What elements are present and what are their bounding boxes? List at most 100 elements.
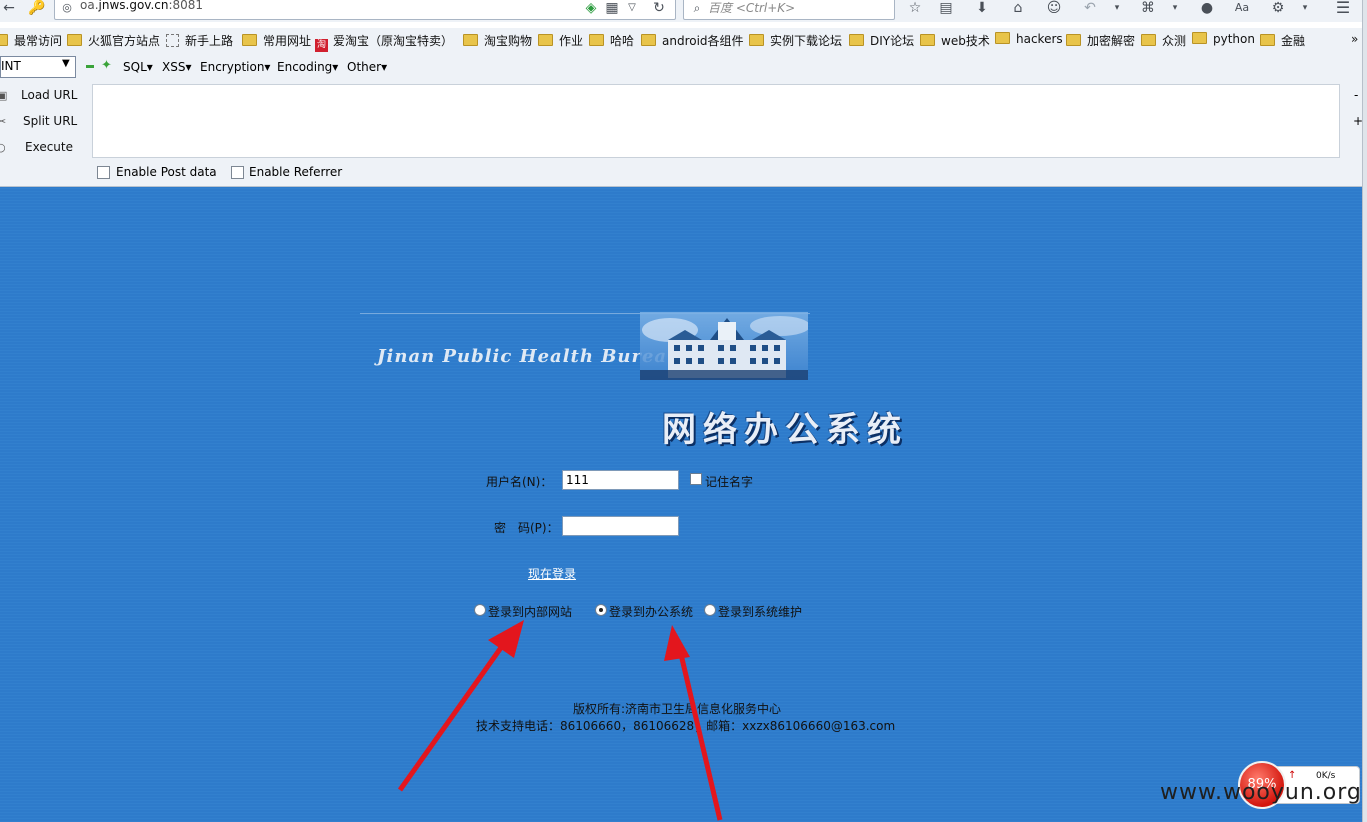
bookmarks-overflow-button[interactable]: »: [1351, 32, 1358, 46]
bookmark-item[interactable]: 金融: [1260, 32, 1305, 49]
bookmark-item[interactable]: 淘爱淘宝（原淘宝特卖）: [315, 32, 453, 52]
folder-icon: [1192, 32, 1207, 44]
bookmark-item[interactable]: 火狐官方站点: [67, 32, 160, 49]
bookmark-item[interactable]: 加密解密: [1066, 32, 1135, 49]
folder-icon: [920, 34, 935, 46]
addon-dropdown-icon[interactable]: ▾: [1296, 0, 1314, 16]
site-info-icon[interactable]: 🔑: [28, 0, 46, 16]
folder-icon: [995, 32, 1010, 44]
load-url-icon: ▣: [0, 89, 8, 102]
reload-icon[interactable]: ↻: [650, 0, 668, 16]
undo-dropdown-icon[interactable]: ▾: [1108, 0, 1126, 16]
folder-icon: [463, 34, 478, 46]
building-image: [640, 312, 808, 380]
bookmark-item[interactable]: 淘宝购物: [463, 32, 532, 49]
home-icon[interactable]: ⌂: [1009, 0, 1027, 16]
bookmark-item[interactable]: 新手上路: [166, 32, 233, 49]
search-placeholder[interactable]: 百度 <Ctrl+K>: [708, 0, 795, 16]
radio-system-maintenance[interactable]: [704, 604, 716, 616]
plus-green-icon[interactable]: ✦: [101, 58, 112, 73]
scrollbar[interactable]: [1362, 0, 1367, 822]
hackbar-menu-encryption[interactable]: Encryption▾: [200, 60, 270, 74]
chat-icon[interactable]: ☺: [1045, 0, 1063, 16]
username-input[interactable]: 111: [562, 470, 679, 490]
login-now-link[interactable]: 现在登录: [528, 565, 576, 582]
folder-icon: [641, 34, 656, 46]
bookmark-star-icon[interactable]: ☆: [906, 0, 924, 16]
addon-icon[interactable]: ⚙: [1269, 0, 1287, 16]
folder-icon: [849, 34, 864, 46]
speech-bubble-icon[interactable]: ●: [1198, 0, 1216, 16]
split-url-button[interactable]: Split URL: [23, 114, 77, 128]
folder-icon: [1141, 34, 1156, 46]
footer-contact: 技术支持电话：86106660，86106628；邮箱：xxzx86106660…: [476, 719, 896, 733]
crop-dropdown-icon[interactable]: ▾: [1166, 0, 1184, 16]
reading-list-icon[interactable]: ▤: [937, 0, 955, 16]
folder-icon: [242, 34, 257, 46]
enable-referrer-label: Enable Referrer: [249, 165, 343, 179]
radio-internal-site-label[interactable]: 登录到内部网站: [488, 603, 572, 620]
hackbar-menu-xss[interactable]: XSS▾: [162, 60, 191, 74]
reader-mode-icon[interactable]: Aa: [1233, 0, 1251, 16]
bureau-banner-text: Jinan Public Health Bureau: [377, 346, 682, 367]
enable-post-label: Enable Post data: [116, 165, 217, 179]
bookmark-icon: [0, 34, 8, 46]
bookmark-item[interactable]: 常用网址: [242, 32, 311, 49]
remember-name-checkbox[interactable]: [690, 473, 702, 485]
bookmark-item[interactable]: android各组件: [641, 32, 744, 49]
radio-office-system[interactable]: [595, 604, 607, 616]
download-icon[interactable]: ⬇: [973, 0, 991, 16]
bookmark-item[interactable]: 作业: [538, 32, 583, 49]
radio-internal-site[interactable]: [474, 604, 486, 616]
folder-icon: [67, 34, 82, 46]
wooyun-watermark: www.wooyun.org: [1160, 780, 1362, 805]
folder-icon: [749, 34, 764, 46]
back-icon[interactable]: ←: [0, 0, 18, 16]
shield-check-icon[interactable]: ◈: [582, 0, 600, 16]
bookmark-item[interactable]: 众测: [1141, 32, 1186, 49]
bookmark-item[interactable]: python: [1192, 32, 1255, 46]
hackbar-menu-other[interactable]: Other▾: [347, 60, 387, 74]
url-text[interactable]: oa.jnws.gov.cn:8081: [80, 0, 203, 12]
username-label: 用户名(N)：: [486, 475, 553, 489]
bookmark-item[interactable]: hackers: [995, 32, 1063, 46]
undo-icon[interactable]: ↶: [1081, 0, 1099, 16]
hackbar-url-textarea[interactable]: [92, 84, 1340, 158]
hackbar-shrink-button[interactable]: -: [1354, 88, 1358, 102]
enable-post-checkbox[interactable]: [97, 166, 110, 179]
bookmark-most-visited[interactable]: 最常访问: [0, 32, 62, 49]
radio-office-system-label[interactable]: 登录到办公系统: [609, 603, 693, 620]
remember-name-label: 记住名字: [705, 475, 754, 489]
globe-icon: ◎: [62, 1, 72, 14]
folder-icon: [589, 34, 604, 46]
execute-icon: ○: [0, 141, 6, 154]
bookmark-item[interactable]: 哈哈: [589, 32, 634, 49]
footer-copyright: 版权所有:济南市卫生局信息化服务中心: [573, 702, 782, 716]
bookmark-item[interactable]: web技术: [920, 32, 990, 49]
chevron-down-icon[interactable]: ▼: [62, 58, 70, 69]
folder-icon: [538, 34, 553, 46]
hackbar-menu-sql[interactable]: SQL▾: [123, 60, 153, 74]
split-url-icon: ✂: [0, 115, 7, 128]
enable-referrer-checkbox[interactable]: [231, 166, 244, 179]
bookmark-item[interactable]: DIY论坛: [849, 32, 914, 49]
password-input[interactable]: [562, 516, 679, 536]
password-label: 密 码(P)：: [494, 521, 559, 535]
blank-page-icon: [166, 34, 179, 47]
minus-icon[interactable]: [86, 65, 94, 68]
search-icon: ⌕: [693, 1, 701, 15]
system-title: 网络办公系统: [662, 410, 908, 450]
menu-icon[interactable]: ☰: [1334, 0, 1352, 16]
bookmark-item[interactable]: 实例下载论坛: [749, 32, 842, 49]
qr-code-icon[interactable]: ▦: [603, 0, 621, 16]
folder-icon: [1260, 34, 1275, 46]
load-url-button[interactable]: Load URL: [21, 88, 77, 102]
execute-button[interactable]: Execute: [25, 140, 73, 154]
folder-icon: [1066, 34, 1081, 46]
radio-system-maintenance-label[interactable]: 登录到系统维护: [718, 603, 802, 620]
hackbar-select-value[interactable]: INT: [1, 59, 21, 73]
taobao-icon: 淘: [315, 39, 328, 52]
dropdown-arrow-icon[interactable]: ▽: [623, 0, 641, 16]
crop-icon[interactable]: ⌘: [1139, 0, 1157, 16]
hackbar-menu-encoding[interactable]: Encoding▾: [277, 60, 338, 74]
